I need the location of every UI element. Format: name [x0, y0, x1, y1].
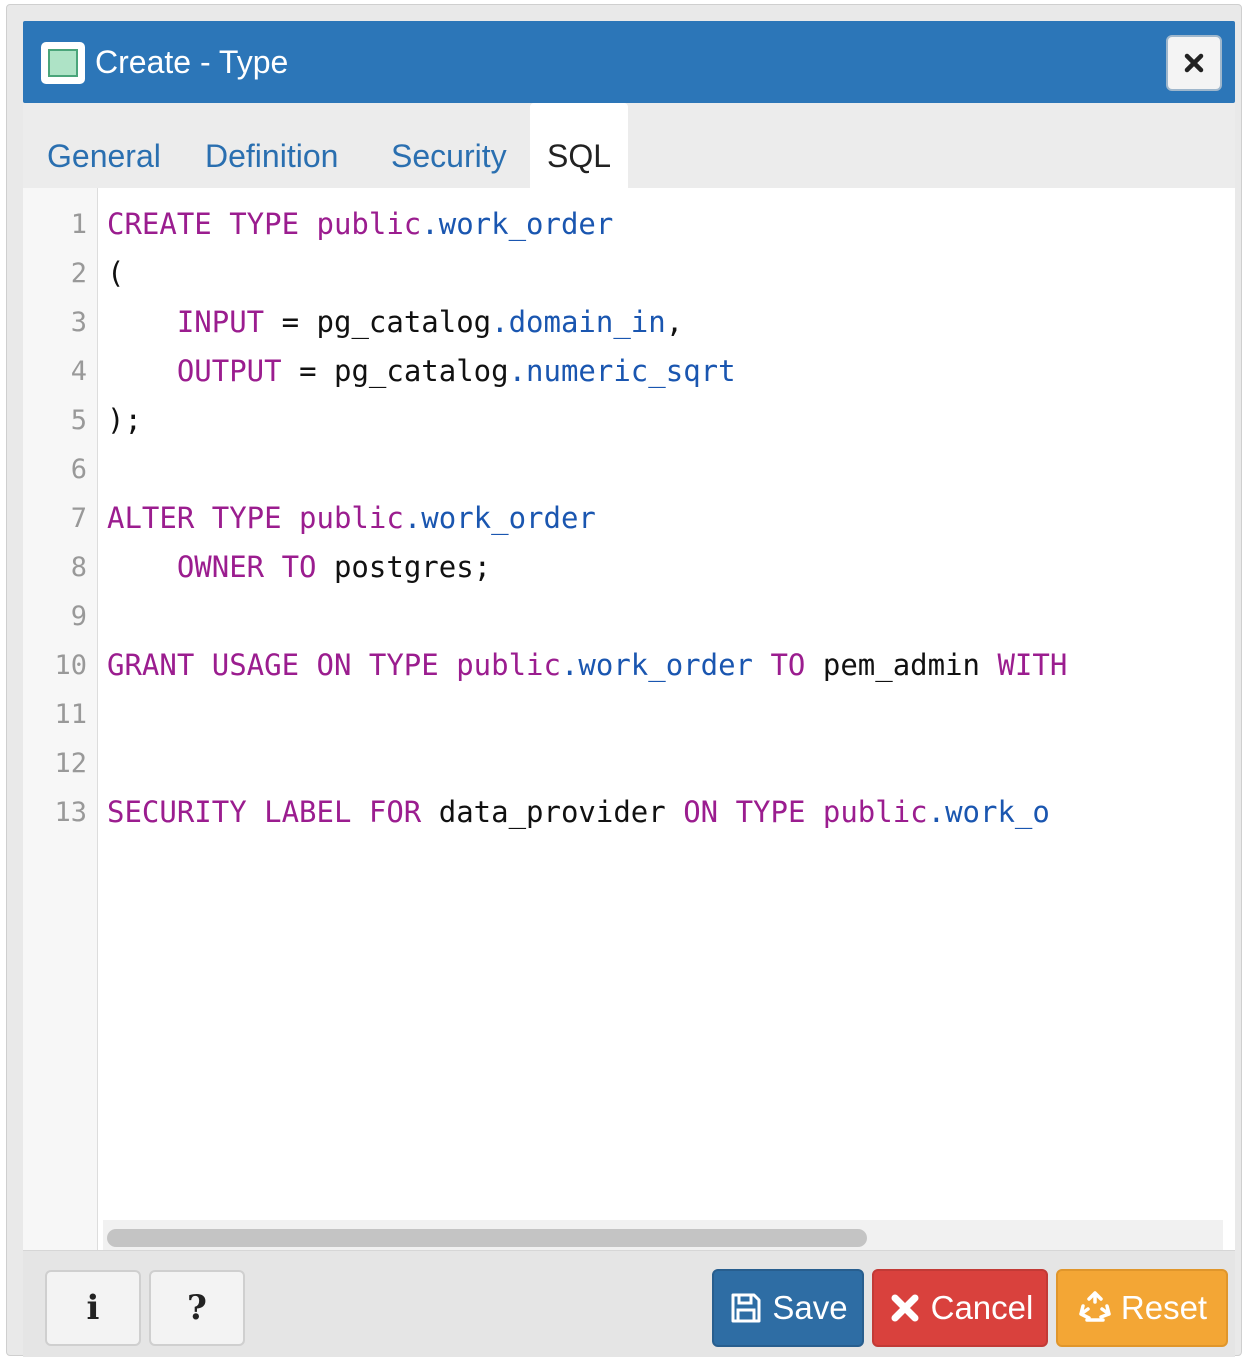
tab-bar: General Definition Security SQL — [23, 103, 1235, 188]
sql-keyword: SECURITY LABEL FOR — [107, 795, 422, 829]
line-number: 5 — [70, 405, 87, 436]
code-line[interactable]: OUTPUT = pg_catalog.numeric_sqrt — [107, 347, 1227, 396]
line-number: 7 — [70, 503, 87, 534]
sql-keyword: GRANT USAGE ON TYPE public — [107, 648, 561, 682]
code-line[interactable]: ); — [107, 396, 1227, 445]
tab-definition[interactable]: Definition — [205, 103, 338, 188]
close-icon — [1184, 53, 1204, 73]
sql-text: data_provider — [421, 795, 684, 829]
sql-text: ( — [107, 256, 125, 290]
line-number-gutter: 1 2 3 4 5 6 7 8 9 10 11 12 13 — [23, 188, 98, 1250]
x-icon — [891, 1294, 919, 1322]
code-line[interactable] — [107, 739, 1227, 788]
sql-keyword: CREATE TYPE public — [107, 207, 422, 241]
code-line[interactable]: CREATE TYPE public.work_order — [107, 200, 1227, 249]
dialog-footer: i ? Save Cancel Reset — [23, 1250, 1235, 1357]
code-line[interactable] — [107, 445, 1227, 494]
tab-general[interactable]: General — [47, 103, 161, 188]
code-line[interactable] — [107, 690, 1227, 739]
sql-identifier: .numeric_sqrt — [508, 354, 736, 388]
scrollbar-thumb[interactable] — [107, 1229, 867, 1247]
sql-keyword: OUTPUT — [107, 354, 282, 388]
sql-text: pem_admin — [805, 648, 998, 682]
sql-keyword: ON TYPE public — [683, 795, 928, 829]
line-number: 9 — [70, 601, 87, 632]
sql-identifier: .domain_in — [491, 305, 666, 339]
line-number: 6 — [70, 454, 87, 485]
dialog-titlebar[interactable]: Create - Type — [23, 21, 1235, 103]
dialog-title: Create - Type — [95, 44, 289, 80]
horizontal-scrollbar[interactable] — [103, 1220, 1223, 1250]
code-line[interactable]: INPUT = pg_catalog.domain_in, — [107, 298, 1227, 347]
code-line[interactable]: SECURITY LABEL FOR data_provider ON TYPE… — [107, 788, 1227, 837]
type-icon — [41, 42, 85, 84]
sql-keyword: OWNER TO — [107, 550, 317, 584]
sql-keyword: ALTER TYPE public — [107, 501, 404, 535]
line-number: 11 — [54, 699, 87, 730]
info-button[interactable]: i — [45, 1270, 141, 1346]
sql-identifier: .work_o — [927, 795, 1050, 829]
code-line[interactable]: ( — [107, 249, 1227, 298]
sql-identifier: .work_order — [560, 648, 754, 682]
code-line[interactable]: GRANT USAGE ON TYPE public.work_order TO… — [107, 641, 1227, 690]
line-number: 4 — [70, 356, 87, 387]
sql-editor[interactable]: 1 2 3 4 5 6 7 8 9 10 11 12 13 CREATE TYPE public.wor… — [23, 188, 1235, 1250]
line-number: 2 — [70, 258, 87, 289]
save-button[interactable]: Save — [712, 1269, 864, 1347]
sql-keyword: INPUT — [107, 305, 265, 339]
reset-button[interactable]: Reset — [1056, 1269, 1228, 1347]
sql-identifier: .work_order — [421, 207, 614, 241]
line-number: 13 — [54, 797, 87, 828]
sql-text: , — [665, 305, 684, 339]
floppy-disk-icon — [731, 1293, 761, 1323]
code-line[interactable]: OWNER TO postgres; — [107, 543, 1227, 592]
sql-identifier: .work_order — [403, 501, 596, 535]
cancel-label: Cancel — [930, 1289, 1034, 1326]
line-number: 8 — [70, 552, 87, 583]
reset-label: Reset — [1120, 1289, 1208, 1326]
code-line[interactable]: ALTER TYPE public.work_order — [107, 494, 1227, 543]
recycle-icon — [1079, 1291, 1111, 1322]
help-button[interactable]: ? — [149, 1270, 245, 1346]
line-number: 10 — [54, 650, 87, 681]
sql-keyword: WITH — [997, 648, 1068, 682]
sql-text: ); — [107, 403, 142, 437]
line-number: 3 — [70, 307, 87, 338]
sql-text: postgres; — [316, 550, 492, 584]
tab-security[interactable]: Security — [391, 103, 507, 188]
sql-text: = pg_catalog — [281, 354, 509, 388]
save-label: Save — [772, 1289, 848, 1326]
cancel-button[interactable]: Cancel — [872, 1269, 1048, 1347]
sql-keyword: TO — [753, 648, 806, 682]
create-type-dialog: Create - Type General Definition Securit… — [6, 4, 1242, 1357]
line-number: 1 — [70, 209, 87, 240]
sql-text: = pg_catalog — [264, 305, 492, 339]
code-line[interactable] — [107, 592, 1227, 641]
close-button[interactable] — [1166, 35, 1222, 91]
line-number: 12 — [54, 748, 87, 779]
tab-sql[interactable]: SQL — [530, 103, 628, 188]
